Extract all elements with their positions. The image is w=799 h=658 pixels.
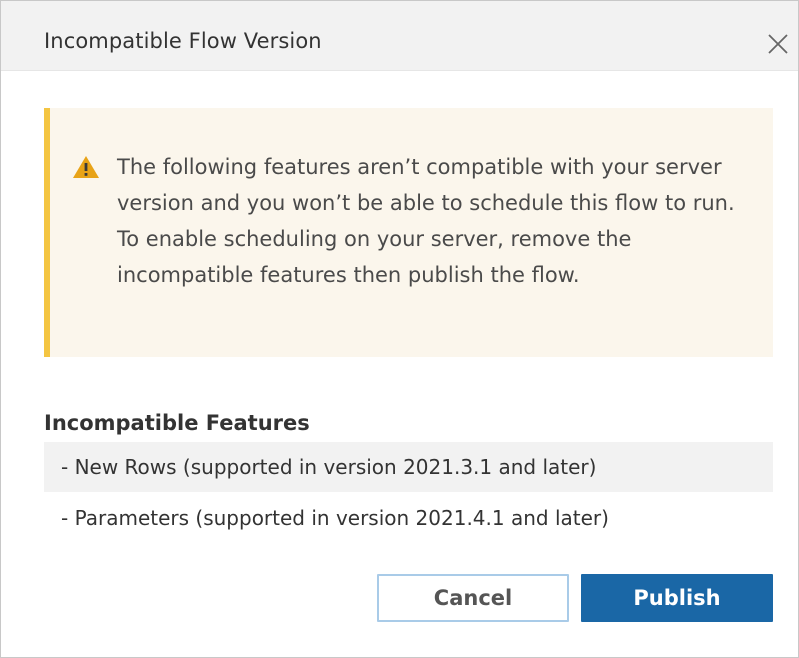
close-button[interactable] bbox=[761, 27, 795, 61]
incompatible-features-heading: Incompatible Features bbox=[44, 411, 310, 435]
close-icon bbox=[768, 34, 788, 54]
dialog-title: Incompatible Flow Version bbox=[44, 29, 322, 53]
cancel-button[interactable]: Cancel bbox=[377, 574, 569, 622]
publish-button[interactable]: Publish bbox=[581, 574, 773, 622]
list-item: - New Rows (supported in version 2021.3.… bbox=[44, 442, 773, 492]
warning-triangle-icon bbox=[73, 156, 99, 178]
incompatible-flow-dialog: Incompatible Flow Version The following … bbox=[0, 0, 799, 658]
dialog-header: Incompatible Flow Version bbox=[1, 1, 798, 71]
incompatible-features-list: - New Rows (supported in version 2021.3.… bbox=[44, 442, 773, 544]
warning-banner: The following features aren’t compatible… bbox=[44, 108, 773, 357]
list-item: - Parameters (supported in version 2021.… bbox=[61, 506, 609, 530]
warning-message: The following features aren’t compatible… bbox=[117, 155, 735, 287]
